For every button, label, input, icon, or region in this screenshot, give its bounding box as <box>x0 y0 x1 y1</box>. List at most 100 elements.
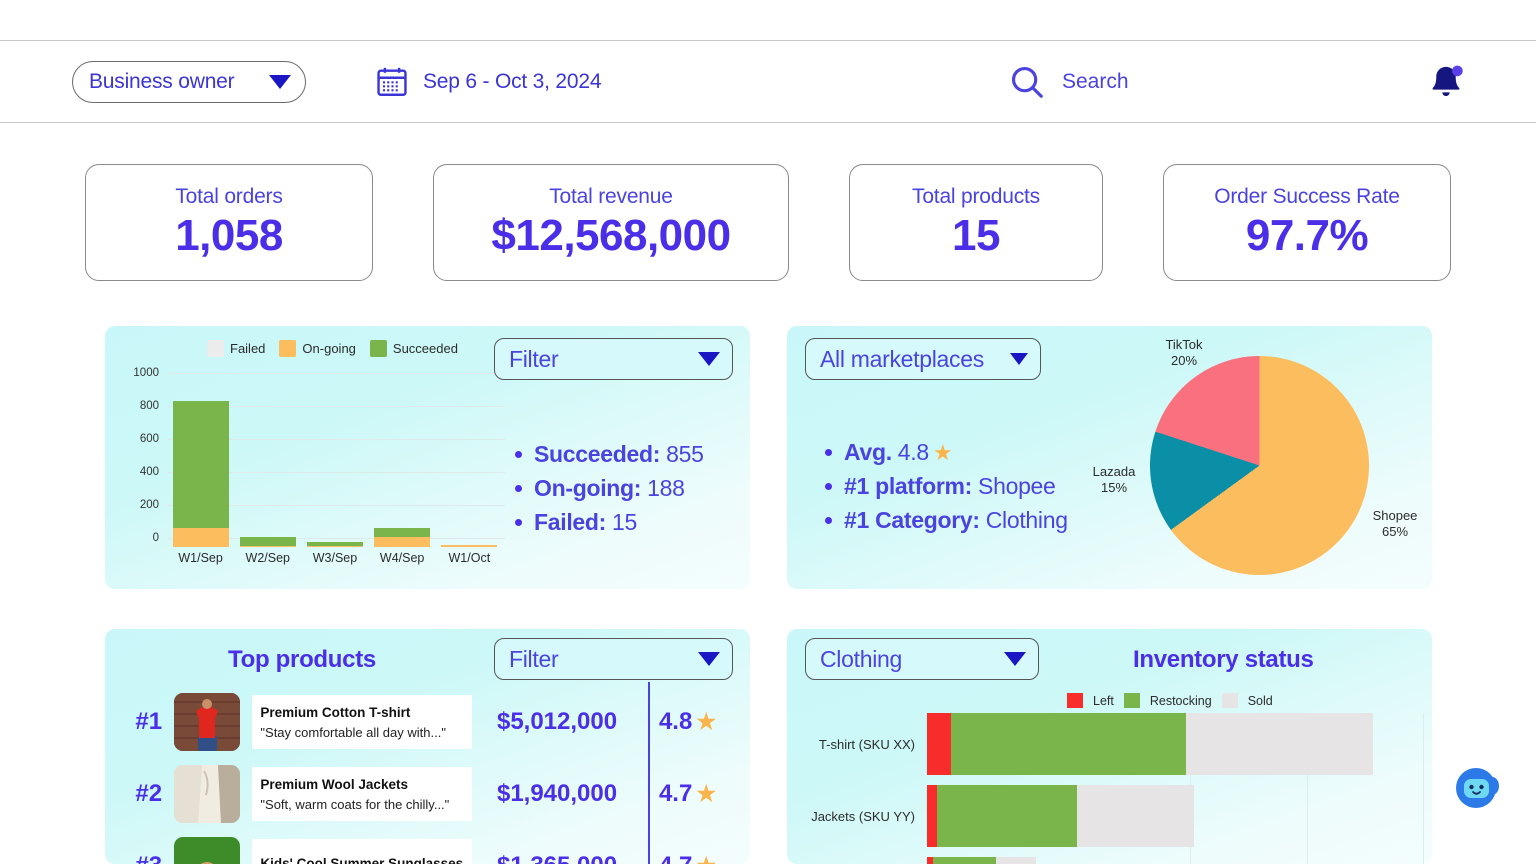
star-icon: ★ <box>696 853 716 864</box>
kpi-title: Total revenue <box>549 184 673 208</box>
stat-top-category: #1 Category: Clothing <box>825 507 1068 534</box>
bullet-icon <box>825 449 832 456</box>
inventory-stacked-bar <box>927 785 1194 847</box>
product-rank: #2 <box>135 780 163 807</box>
x-tick-label: W3/Sep <box>312 551 358 565</box>
table-row[interactable]: #1 Premium Cotton T-shirt "Stay comforta… <box>123 689 733 755</box>
inventory-segment-left <box>927 713 951 775</box>
product-rank: #3 <box>123 852 174 864</box>
kpi-row: Total orders 1,058 Total revenue $12,568… <box>0 164 1536 284</box>
bar-w1-oct[interactable] <box>441 373 498 547</box>
kpi-card-total-orders: Total orders 1,058 <box>85 164 373 281</box>
product-info: Premium Cotton T-shirt "Stay comfortable… <box>252 695 473 749</box>
kpi-title: Order Success Rate <box>1214 184 1400 208</box>
product-thumbnail-sunglasses <box>174 837 241 864</box>
kpi-value: 15 <box>952 210 1000 260</box>
pie-label-tiktok: TikTok 20% <box>1139 337 1229 370</box>
kpi-card-total-products: Total products 15 <box>849 164 1103 281</box>
table-row[interactable]: #2 Premium Wool Jackets "Soft, warm coat… <box>123 761 733 827</box>
legend-label: Restocking <box>1149 693 1212 708</box>
pie-label-value: 20% <box>1170 353 1198 369</box>
inventory-segment-sold <box>1077 785 1194 847</box>
legend-label: On-going <box>302 341 356 356</box>
search-box[interactable]: Search <box>1008 63 1129 101</box>
chatbot-icon <box>1456 768 1499 808</box>
stat-label: #1 Category: <box>844 507 980 533</box>
orders-bar-group <box>167 373 503 547</box>
top-products-filter-label: Filter <box>509 645 559 672</box>
orders-plot-area: 1000 800 600 400 200 0 W1/Sep W2/Sep W3/… <box>125 365 505 565</box>
y-tick-label: 400 <box>139 466 159 478</box>
bar-w4-sep[interactable] <box>374 373 431 547</box>
browser-chrome-strip <box>0 0 1536 41</box>
orders-overview-panel: Failed On-going Succeeded 1000 800 600 4… <box>105 326 750 589</box>
orders-stats-list: Succeeded: 855 On-going: 188 Failed: 15 <box>515 441 704 543</box>
legend-label: Succeeded <box>392 341 458 356</box>
product-rating-value: 4.8 <box>658 708 693 735</box>
kpi-value: $12,568,000 <box>491 210 731 260</box>
orders-filter-select[interactable]: Filter <box>494 338 733 380</box>
pie-label-name: Shopee <box>1372 508 1418 523</box>
pie-label-shopee: Shopee 65% <box>1357 508 1433 541</box>
inventory-stacked-bar <box>927 713 1373 775</box>
product-rating-value: 4.7 <box>659 852 692 864</box>
x-tick-label: W2/Sep <box>245 551 291 565</box>
chatbot-button[interactable] <box>1452 762 1504 814</box>
y-tick-label: 1000 <box>133 367 159 379</box>
sunglasses-photo <box>174 837 241 864</box>
legend-swatch-succeeded <box>369 340 387 357</box>
bar-w1-sep[interactable] <box>172 373 229 547</box>
notifications-button[interactable] <box>1424 61 1468 110</box>
bell-icon <box>1432 65 1463 97</box>
bullet-icon <box>515 519 522 526</box>
kpi-card-order-success-rate: Order Success Rate 97.7% <box>1163 164 1451 281</box>
stat-value: 188 <box>647 475 685 501</box>
product-rank: #1 <box>135 708 163 735</box>
top-products-rating-divider <box>648 682 650 864</box>
legend-swatch-left <box>1067 693 1083 708</box>
bar-w3-sep[interactable] <box>306 373 363 547</box>
inventory-row-jackets[interactable]: Jackets (SKU YY) <box>797 785 1194 847</box>
legend-label: Left <box>1093 693 1114 708</box>
product-info: Premium Wool Jackets "Soft, warm coats f… <box>252 767 473 821</box>
product-revenue: $1,940,000 <box>496 780 618 807</box>
inventory-segment-restocking <box>951 713 1186 775</box>
orders-x-axis-labels: W1/Sep W2/Sep W3/Sep W4/Sep W1/Oct <box>167 551 503 565</box>
x-tick-label: W4/Sep <box>379 551 425 565</box>
inventory-row-label: T-shirt (SKU XX) <box>818 736 915 752</box>
inventory-segment-left <box>927 785 937 847</box>
inventory-row-tshirt[interactable]: T-shirt (SKU XX) <box>797 713 1373 775</box>
tshirt-photo <box>174 693 241 751</box>
chevron-down-icon <box>698 352 720 366</box>
orders-bar-chart: Failed On-going Succeeded 1000 800 600 4… <box>125 340 505 580</box>
dashboard-page: Business owner Sep 6 - Oct 3, 2024 Searc… <box>0 0 1536 864</box>
product-rating: 4.8 ★ <box>642 708 733 736</box>
inventory-category-select[interactable]: Clothing <box>805 638 1039 680</box>
bar-w2-sep[interactable] <box>239 373 296 547</box>
chevron-down-icon <box>698 652 720 666</box>
stat-value: 4.8 <box>897 439 929 465</box>
x-tick-label: W1/Sep <box>178 551 223 565</box>
inventory-segment-sold <box>1186 713 1373 775</box>
date-range-picker[interactable]: Sep 6 - Oct 3, 2024 <box>375 65 602 99</box>
inventory-segment-restocking <box>937 785 1077 847</box>
marketplace-pie-chart[interactable] <box>1150 356 1369 575</box>
inventory-row-third[interactable] <box>797 857 1036 864</box>
product-name: Premium Wool Jackets <box>260 776 408 792</box>
marketplace-select[interactable]: All marketplaces <box>805 338 1041 380</box>
role-selector[interactable]: Business owner <box>72 60 306 103</box>
product-thumbnail-jacket <box>174 765 241 823</box>
product-description: "Soft, warm coats for the chilly..." <box>260 796 450 812</box>
top-products-panel: Top products Filter #1 Premium Cotton T-… <box>105 629 750 864</box>
stat-label: #1 platform: <box>844 473 973 499</box>
marketplace-stats-list: Avg. 4.8 ★ #1 platform: Shopee #1 Catego… <box>825 439 1068 541</box>
product-info: Kids' Cool Summer Sunglasses <box>252 839 473 864</box>
legend-swatch-failed <box>207 340 224 357</box>
kpi-value: 1,058 <box>175 210 283 260</box>
top-products-filter-select[interactable]: Filter <box>494 638 733 680</box>
table-row[interactable]: #3 Kids' Cool Summer Sunglasses $1,365,0… <box>123 833 733 864</box>
search-input[interactable]: Search <box>1062 70 1129 94</box>
inventory-status-title: Inventory status <box>1133 646 1314 673</box>
bar-segment-ongoing <box>306 546 363 547</box>
product-revenue: $1,365,000 <box>472 852 642 864</box>
